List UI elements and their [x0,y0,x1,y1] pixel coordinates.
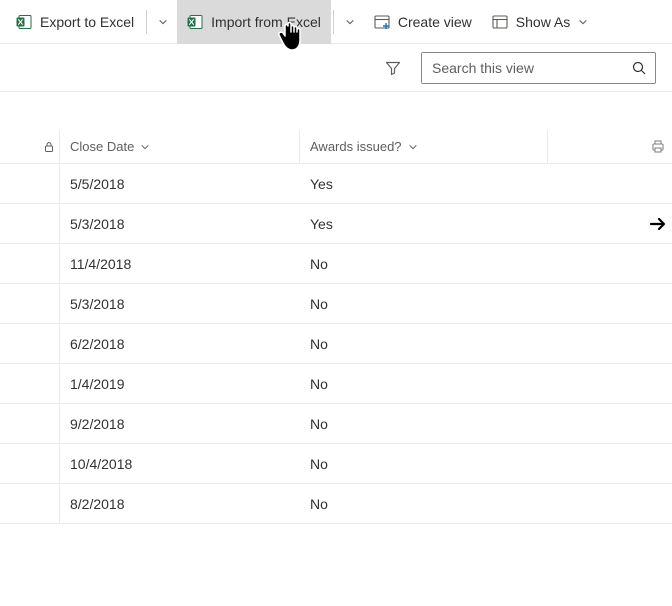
awards-issued-cell: No [300,244,548,283]
row-lock-cell [0,164,60,203]
chevron-down-icon [140,142,150,152]
lock-column-header [0,130,60,163]
row-actions-cell [548,404,672,443]
header-row: Close Date Awards issued? [0,130,672,164]
show-as-icon [492,14,508,30]
lock-icon [43,141,55,153]
navigate-arrow-icon[interactable] [648,214,668,234]
row-actions-cell [548,444,672,483]
awards-issued-cell: No [300,364,548,403]
awards-issued-cell: No [300,404,548,443]
table-row[interactable]: 6/2/2018No [0,324,672,364]
table-row[interactable]: 5/3/2018No [0,284,672,324]
actions-column-header [548,130,672,163]
close-date-cell: 5/5/2018 [60,164,300,203]
row-actions-cell [548,284,672,323]
show-as-label: Show As [516,14,570,30]
excel-icon [187,14,203,30]
close-date-cell: 11/4/2018 [60,244,300,283]
row-lock-cell [0,364,60,403]
close-date-cell: 6/2/2018 [60,324,300,363]
row-lock-cell [0,404,60,443]
table-row[interactable]: 5/5/2018Yes [0,164,672,204]
row-actions-cell [548,484,672,523]
close-date-cell: 9/2/2018 [60,404,300,443]
awards-issued-cell: No [300,484,548,523]
show-as-button[interactable]: Show As [482,0,598,44]
awards-issued-cell: No [300,324,548,363]
row-lock-cell [0,204,60,243]
close-date-column-header[interactable]: Close Date [60,130,300,163]
import-from-excel-label: Import from Excel [211,14,321,30]
awards-issued-cell: No [300,284,548,323]
row-lock-cell [0,284,60,323]
separator [333,10,334,34]
export-to-excel-label: Export to Excel [40,14,134,30]
export-to-excel-button[interactable]: Export to Excel [6,0,144,44]
funnel-icon [385,60,401,76]
chevron-down-icon [408,142,418,152]
row-actions-cell [548,244,672,283]
close-date-cell: 5/3/2018 [60,284,300,323]
toolbar: Export to Excel Import from Excel Create… [0,0,672,44]
row-actions-cell [548,204,672,243]
row-lock-cell [0,484,60,523]
row-actions-cell [548,364,672,403]
search-input[interactable] [422,53,623,83]
separator [146,10,147,34]
awards-issued-header-label: Awards issued? [310,139,402,154]
table-row[interactable]: 9/2/2018No [0,404,672,444]
table-row[interactable]: 11/4/2018No [0,244,672,284]
import-dropdown-caret[interactable] [336,0,364,44]
subbar [0,44,672,92]
close-date-header-label: Close Date [70,139,134,154]
table-row[interactable]: 10/4/2018No [0,444,672,484]
row-actions-cell [548,164,672,203]
chevron-down-icon [578,17,588,27]
data-grid: Close Date Awards issued? 5/5/2018Yes5/3… [0,130,672,524]
close-date-cell: 10/4/2018 [60,444,300,483]
search-box[interactable] [421,52,656,84]
excel-icon [16,14,32,30]
export-dropdown-caret[interactable] [149,0,177,44]
awards-issued-cell: Yes [300,164,548,203]
create-view-icon [374,14,390,30]
create-view-button[interactable]: Create view [364,0,482,44]
search-icon [623,60,655,76]
row-actions-cell [548,324,672,363]
import-from-excel-button[interactable]: Import from Excel [177,0,331,44]
table-row[interactable]: 8/2/2018No [0,484,672,524]
awards-issued-cell: Yes [300,204,548,243]
filter-button[interactable] [377,52,409,84]
awards-issued-cell: No [300,444,548,483]
row-lock-cell [0,324,60,363]
close-date-cell: 1/4/2019 [60,364,300,403]
print-icon[interactable] [650,139,666,155]
row-lock-cell [0,244,60,283]
awards-issued-column-header[interactable]: Awards issued? [300,130,548,163]
close-date-cell: 8/2/2018 [60,484,300,523]
table-row[interactable]: 1/4/2019No [0,364,672,404]
table-row[interactable]: 5/3/2018Yes [0,204,672,244]
row-lock-cell [0,444,60,483]
create-view-label: Create view [398,14,472,30]
close-date-cell: 5/3/2018 [60,204,300,243]
